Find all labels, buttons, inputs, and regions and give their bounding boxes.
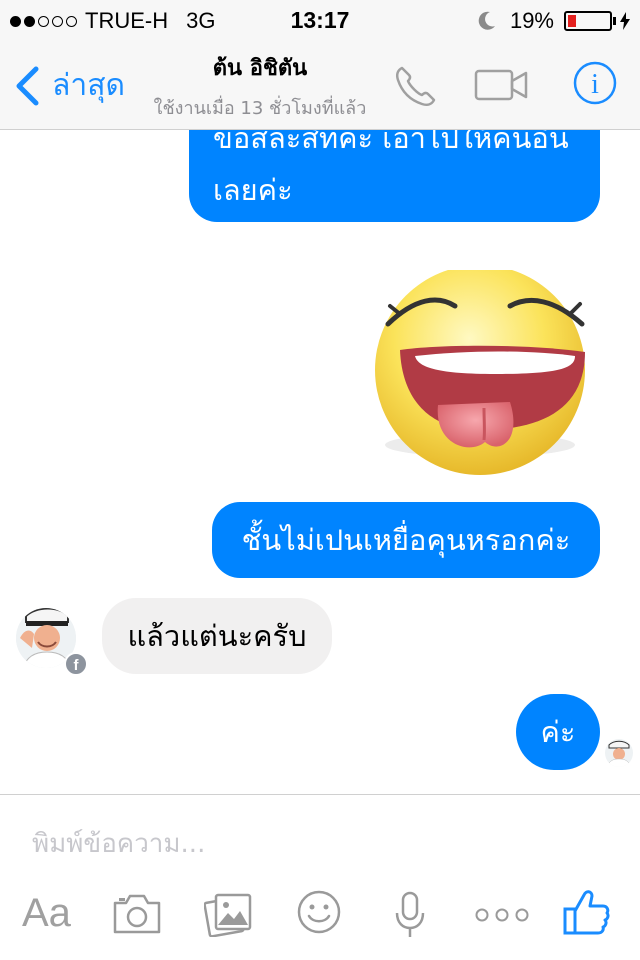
thumbs-up-icon[interactable] bbox=[562, 887, 610, 937]
info-icon[interactable]: i bbox=[572, 60, 618, 106]
battery-icon bbox=[564, 11, 616, 31]
read-receipt-avatar bbox=[605, 739, 633, 767]
message-input[interactable]: พิมพ์ข้อความ... bbox=[32, 823, 205, 864]
conversation-header: ล่าสุด ต้น อิชิตัน ใช้งานเมื่อ 13 ชั่วโม… bbox=[0, 40, 640, 130]
message-text: ค่ะ bbox=[540, 715, 576, 749]
message-outgoing[interactable]: ค่ะ bbox=[516, 694, 600, 770]
bolt-icon bbox=[620, 12, 630, 30]
status-right: 19% bbox=[478, 8, 630, 34]
message-text: แล้วแต่นะครับ bbox=[127, 619, 307, 653]
laughing-tongue-face-sticker[interactable] bbox=[360, 270, 600, 480]
text-format-button[interactable]: Aa bbox=[22, 891, 71, 936]
message-outgoing[interactable]: ชั้นไม่เปนเหยื่อคุนหรอกค่ะ bbox=[212, 502, 600, 578]
svg-text:i: i bbox=[591, 69, 599, 100]
smiley-icon[interactable] bbox=[296, 889, 342, 935]
contact-avatar[interactable]: f bbox=[16, 604, 90, 678]
avatar: f bbox=[16, 608, 88, 676]
message-incoming[interactable]: แล้วแต่นะครับ bbox=[102, 598, 332, 674]
chevron-left-icon bbox=[16, 66, 39, 105]
video-camera-icon[interactable] bbox=[474, 68, 530, 102]
contact-info[interactable]: ต้น อิชิตัน ใช้งานเมื่อ 13 ชั่วโมงที่แล้… bbox=[140, 50, 380, 122]
microphone-icon[interactable] bbox=[394, 891, 426, 939]
camera-icon[interactable] bbox=[112, 893, 162, 935]
message-composer: พิมพ์ข้อความ... Aa bbox=[0, 794, 640, 960]
moon-icon bbox=[478, 11, 495, 30]
message-outgoing[interactable]: ขอสละสิทค่ะ เอาไปให้คนอื่น เลยค่ะ bbox=[189, 130, 600, 222]
contact-name: ต้น อิชิตัน bbox=[212, 56, 308, 81]
back-label: ล่าสุด bbox=[52, 68, 126, 103]
battery-level bbox=[568, 15, 576, 27]
status-bar: TRUE-H 3G 13:17 19% bbox=[0, 0, 640, 40]
message-line: ขอสละสิทค่ะ เอาไปให้คนอื่น bbox=[213, 130, 569, 155]
last-active-status: ใช้งานเมื่อ 13 ชั่วโมงที่แล้ว bbox=[153, 98, 367, 119]
message-thread[interactable]: ขอสละสิทค่ะ เอาไปให้คนอื่น เลยค่ะ ชั้นไม… bbox=[0, 130, 640, 794]
back-button[interactable]: ล่าสุด bbox=[14, 62, 125, 109]
message-text: ชั้นไม่เปนเหยื่อคุนหรอกค่ะ bbox=[241, 523, 571, 557]
more-dots-icon[interactable] bbox=[474, 907, 530, 923]
photo-gallery-icon[interactable] bbox=[204, 891, 254, 937]
phone-icon[interactable] bbox=[392, 62, 440, 110]
message-line: เลยค่ะ bbox=[213, 173, 293, 207]
battery-percent: 19% bbox=[509, 8, 554, 33]
